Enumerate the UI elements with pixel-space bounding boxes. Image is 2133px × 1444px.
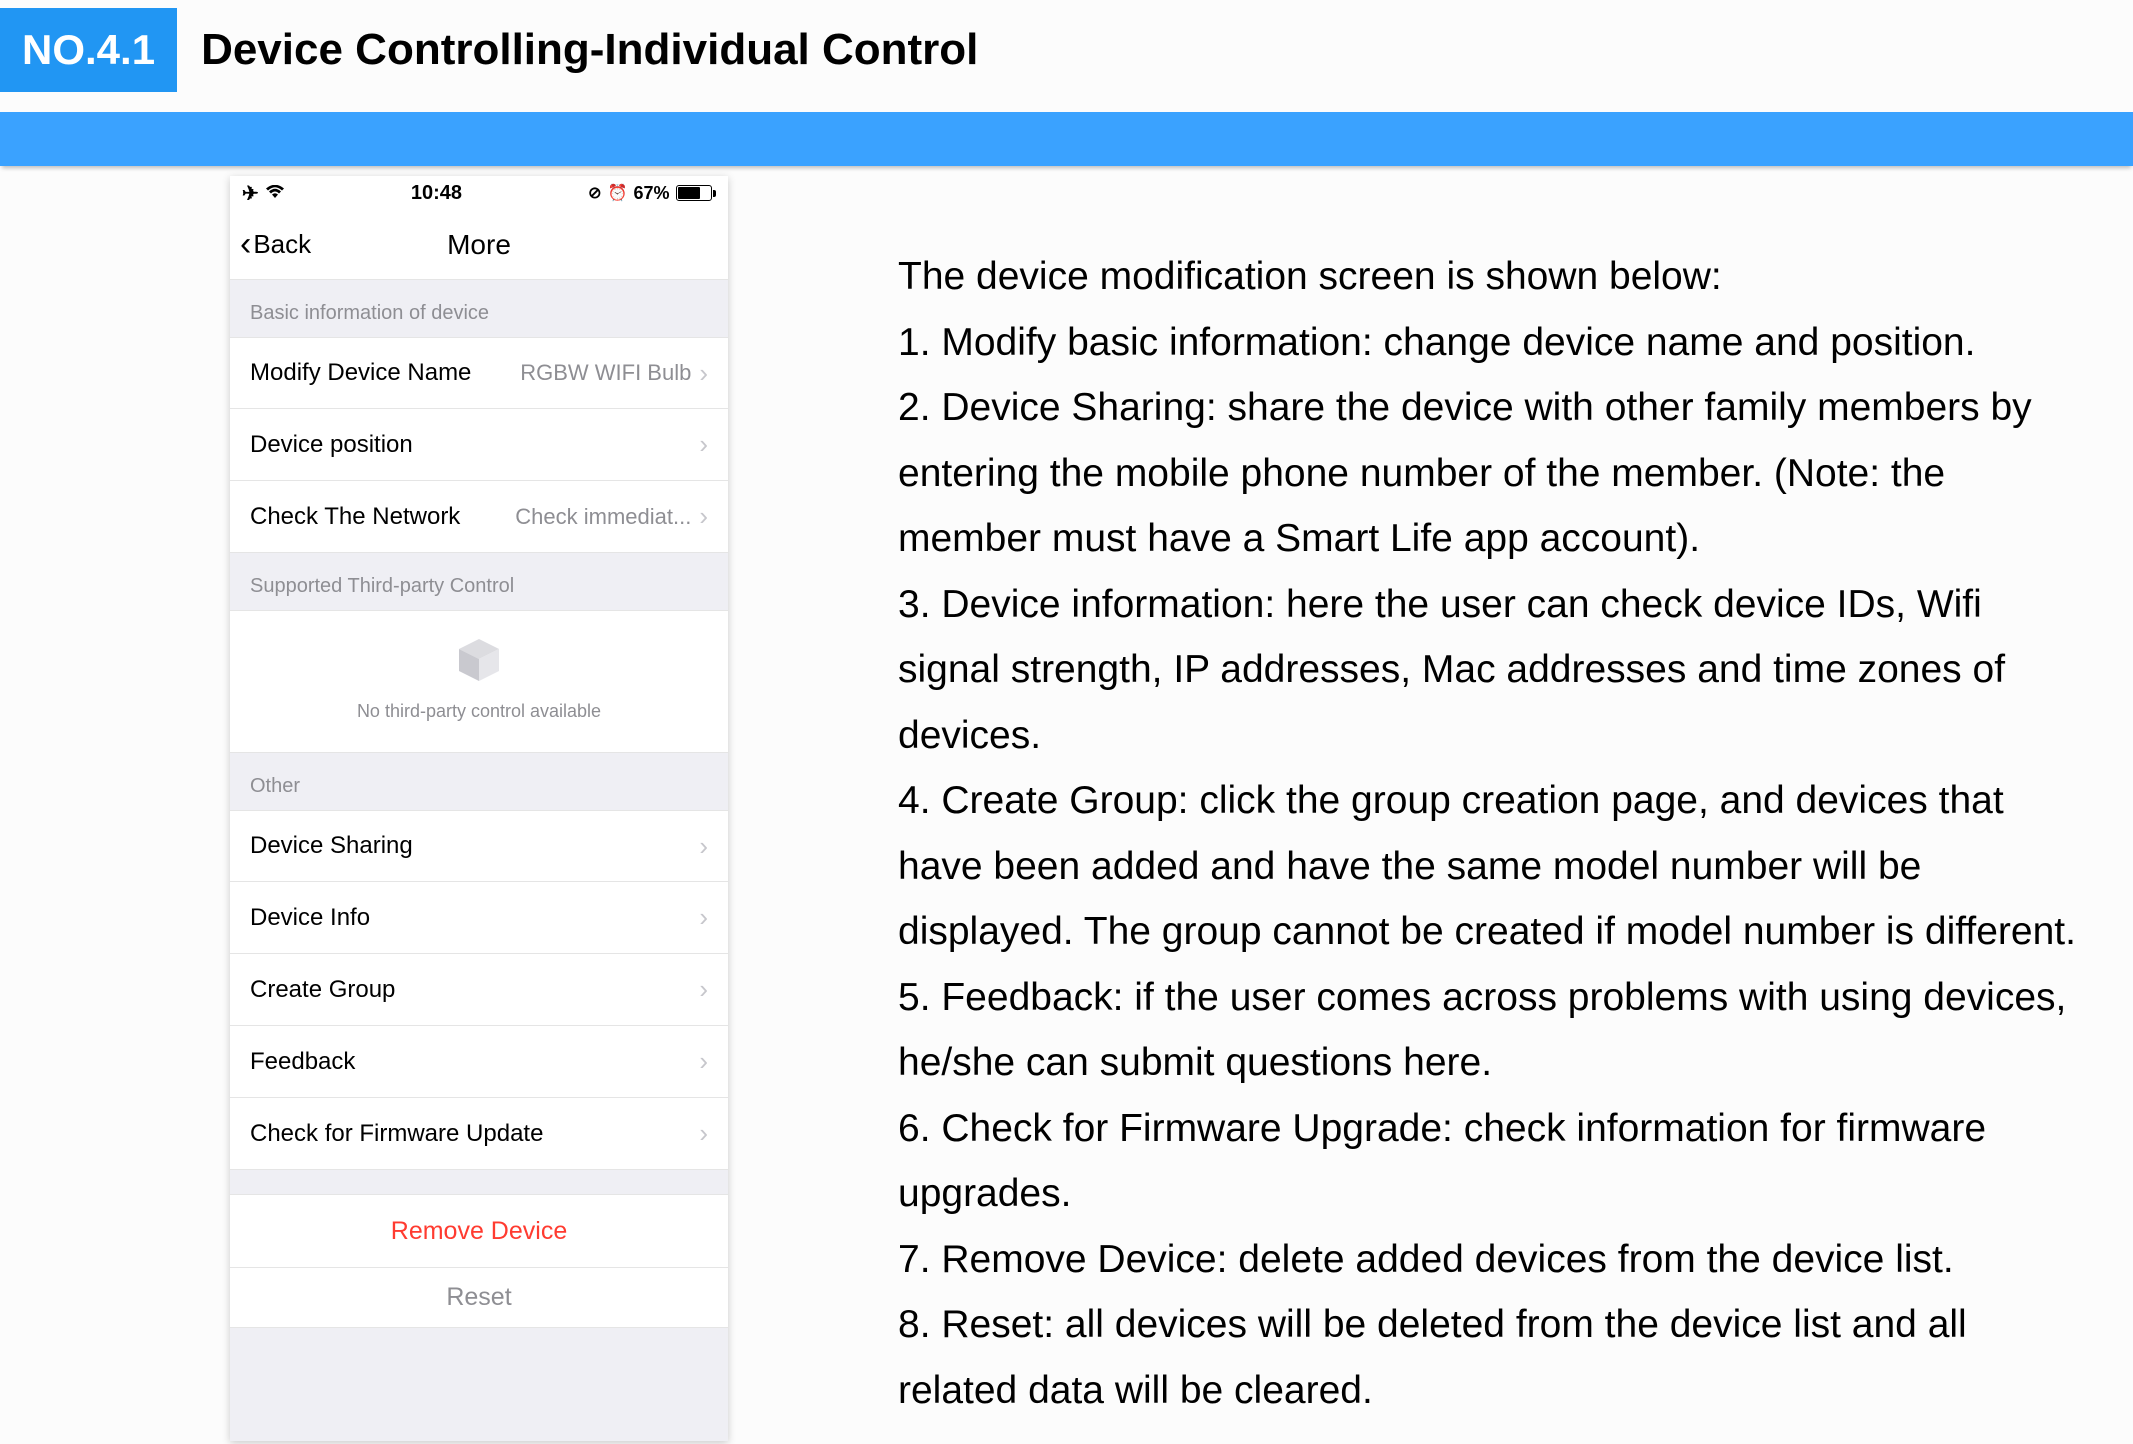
chevron-right-icon: › <box>699 501 708 532</box>
chevron-right-icon: › <box>699 902 708 933</box>
row-firmware-update[interactable]: Check for Firmware Update › <box>230 1098 728 1170</box>
section-badge: NO.4.1 <box>0 8 177 92</box>
body-item-6: 6. Check for Firmware Upgrade: check inf… <box>898 1096 2093 1227</box>
header-separator-bar <box>0 112 2133 166</box>
airplane-icon: ✈ <box>242 181 259 206</box>
header: NO.4.1 Device Controlling-Individual Con… <box>0 0 2133 100</box>
back-label: Back <box>253 229 311 260</box>
row-label: Device position <box>250 431 413 459</box>
battery-icon <box>676 185 717 201</box>
status-right: ⊘ ⏰ 67% <box>588 183 716 204</box>
phone-screenshot: ✈ 10:48 ⊘ ⏰ 67% ‹ Back More <box>230 176 728 1441</box>
row-modify-device-name[interactable]: Modify Device Name RGBW WIFI Bulb › <box>230 337 728 409</box>
body-item-7: 7. Remove Device: delete added devices f… <box>898 1227 2093 1293</box>
body-item-1: 1. Modify basic information: change devi… <box>898 310 2093 376</box>
chevron-right-icon: › <box>699 358 708 389</box>
chevron-left-icon: ‹ <box>240 225 251 264</box>
cube-icon <box>454 635 504 685</box>
row-label: Create Group <box>250 976 395 1004</box>
chevron-right-icon: › <box>699 1046 708 1077</box>
body-item-3: 3. Device information: here the user can… <box>898 572 2093 769</box>
row-feedback[interactable]: Feedback › <box>230 1026 728 1098</box>
content-area: ✈ 10:48 ⊘ ⏰ 67% ‹ Back More <box>0 166 2133 1441</box>
status-time: 10:48 <box>411 182 462 205</box>
wifi-icon <box>265 182 285 205</box>
orientation-lock-icon: ⊘ <box>588 183 601 203</box>
reset-button[interactable]: Reset <box>230 1268 728 1328</box>
chevron-right-icon: › <box>699 429 708 460</box>
spacer <box>230 1170 728 1194</box>
chevron-right-icon: › <box>699 1118 708 1149</box>
row-value: RGBW WIFI Bulb <box>520 360 691 386</box>
page-title: Device Controlling-Individual Control <box>201 25 978 75</box>
row-label: Modify Device Name <box>250 359 471 387</box>
row-label: Check for Firmware Update <box>250 1120 543 1148</box>
row-device-position[interactable]: Device position › <box>230 409 728 481</box>
body-text: The device modification screen is shown … <box>898 176 2133 1441</box>
status-bar: ✈ 10:48 ⊘ ⏰ 67% <box>230 176 728 210</box>
section-other-header: Other <box>230 753 728 810</box>
body-item-8: 8. Reset: all devices will be deleted fr… <box>898 1292 2093 1423</box>
row-value: Check immediat... <box>515 504 691 530</box>
body-intro: The device modification screen is shown … <box>898 244 2093 310</box>
status-left: ✈ <box>242 181 285 206</box>
row-label: Check The Network <box>250 503 460 531</box>
battery-percent: 67% <box>633 183 669 204</box>
row-create-group[interactable]: Create Group › <box>230 954 728 1026</box>
row-device-info[interactable]: Device Info › <box>230 882 728 954</box>
nav-bar: ‹ Back More <box>230 210 728 280</box>
row-device-sharing[interactable]: Device Sharing › <box>230 810 728 882</box>
no-third-party-text: No third-party control available <box>357 701 601 722</box>
section-basic-header: Basic information of device <box>230 280 728 337</box>
chevron-right-icon: › <box>699 974 708 1005</box>
alarm-icon: ⏰ <box>608 183 628 203</box>
row-label: Feedback <box>250 1048 355 1076</box>
third-party-control-box: No third-party control available <box>230 610 728 753</box>
body-item-4: 4. Create Group: click the group creatio… <box>898 768 2093 965</box>
chevron-right-icon: › <box>699 831 708 862</box>
back-button[interactable]: ‹ Back <box>240 225 311 264</box>
body-item-2: 2. Device Sharing: share the device with… <box>898 375 2093 572</box>
row-label: Device Info <box>250 904 370 932</box>
row-check-network[interactable]: Check The Network Check immediat... › <box>230 481 728 553</box>
nav-title: More <box>447 229 511 261</box>
remove-device-button[interactable]: Remove Device <box>230 1194 728 1268</box>
section-third-party-header: Supported Third-party Control <box>230 553 728 610</box>
row-label: Device Sharing <box>250 832 413 860</box>
body-item-5: 5. Feedback: if the user comes across pr… <box>898 965 2093 1096</box>
